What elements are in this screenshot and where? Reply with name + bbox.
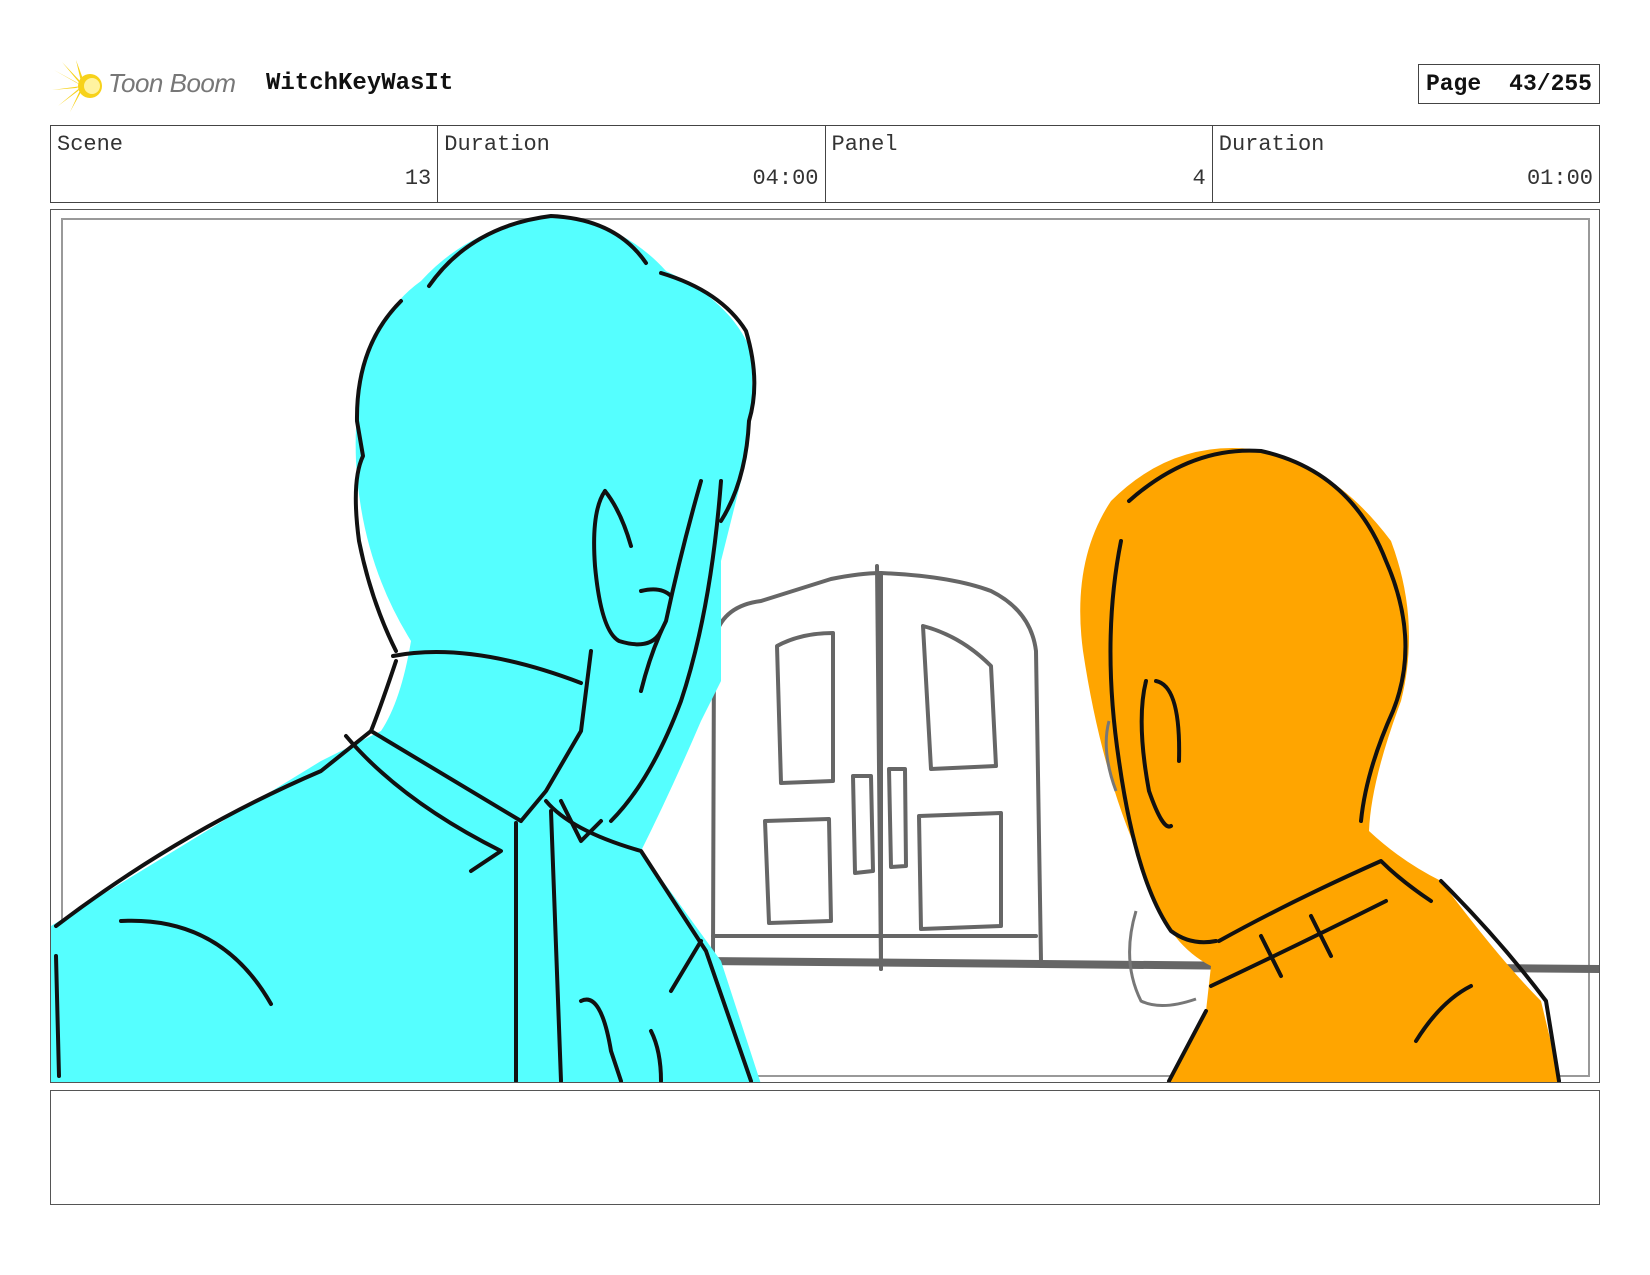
project-title: WitchKeyWasIt (266, 70, 454, 97)
scene-value: 13 (404, 166, 432, 191)
panel-notes-box[interactable] (50, 1090, 1600, 1205)
page-label: Page (1425, 71, 1482, 97)
panel-duration-label: Duration (1218, 132, 1325, 157)
starburst-logo-icon (52, 60, 102, 112)
left-character-back-view (51, 214, 761, 1082)
panel-drawing (51, 214, 1599, 1082)
scene-label: Scene (57, 132, 124, 157)
panel-value: 4 (1192, 166, 1206, 191)
right-character-back-view (1080, 448, 1561, 1082)
toon-boom-logo: Toon Boom (52, 58, 302, 112)
panel-cell: Panel 4 (826, 126, 1213, 202)
panel-duration-value: 01:00 (1526, 166, 1593, 191)
scene-duration-label: Duration (444, 132, 550, 157)
scene-duration-cell: Duration 04:00 (438, 126, 826, 202)
scene-info-table: Scene 13 Duration 04:00 Panel 4 Duration… (50, 125, 1600, 203)
double-doors (711, 564, 1043, 971)
storyboard-panel-image (50, 209, 1600, 1083)
storyboard-header: Toon Boom WitchKeyWasIt Page 43/255 (50, 58, 1600, 112)
right-character-fill (1080, 448, 1561, 1082)
panel-label: Panel (831, 132, 898, 157)
page-number: 43/255 (1509, 71, 1592, 97)
page-indicator: Page 43/255 (1417, 64, 1600, 104)
scene-duration-value: 04:00 (752, 166, 819, 191)
logo-wordmark: Toon Boom (108, 68, 236, 98)
scene-cell: Scene 13 (51, 126, 439, 202)
panel-duration-cell: Duration 01:00 (1213, 126, 1599, 202)
